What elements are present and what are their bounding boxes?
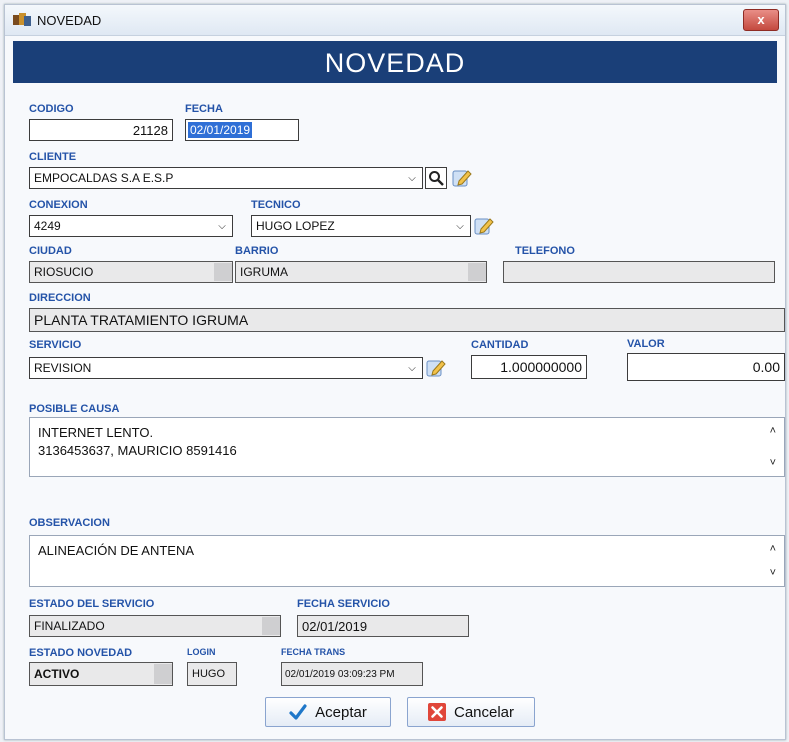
posible-causa-textarea[interactable]: INTERNET LENTO. 3136453637, MAURICIO 859… xyxy=(29,417,785,477)
tecnico-label: TECNICO xyxy=(251,199,301,211)
servicio-label: SERVICIO xyxy=(29,339,82,351)
fecha-trans-field: 02/01/2019 03:09:23 PM xyxy=(281,662,423,686)
barrio-label: BARRIO xyxy=(235,245,279,257)
codigo-value: 21128 xyxy=(132,122,168,138)
barrio-value: IGRUMA xyxy=(240,265,288,279)
chevron-down-icon xyxy=(214,263,232,281)
login-field: HUGO xyxy=(187,662,237,686)
search-client-button[interactable] xyxy=(425,167,447,189)
observacion-label: OBSERVACION xyxy=(29,517,110,529)
fecha-field[interactable]: 02/01/2019 xyxy=(185,119,299,141)
login-value: HUGO xyxy=(192,668,225,680)
cantidad-field[interactable]: 1.000000000 xyxy=(471,355,587,379)
close-icon: x xyxy=(757,12,765,27)
telefono-label: TELEFONO xyxy=(515,245,575,257)
chevron-down-icon[interactable]: ⌵ xyxy=(214,217,230,235)
chevron-down-icon[interactable]: ⌵ xyxy=(404,359,420,377)
observacion-value: ALINEACIÓN DE ANTENA xyxy=(38,543,195,558)
edit-tecnico-button[interactable] xyxy=(473,215,495,237)
window-title: NOVEDAD xyxy=(37,13,102,28)
fecha-label: FECHA xyxy=(185,103,223,115)
cancel-button[interactable]: Cancelar xyxy=(407,697,535,727)
cliente-select[interactable]: EMPOCALDAS S.A E.S.P ⌵ xyxy=(29,167,423,189)
posible-causa-line-1: INTERNET LENTO. xyxy=(38,425,154,440)
cancel-button-label: Cancelar xyxy=(453,703,515,721)
ciudad-value: RIOSUCIO xyxy=(34,265,94,279)
direccion-value: PLANTA TRATAMIENTO IGRUMA xyxy=(34,312,249,328)
tecnico-select[interactable]: HUGO LOPEZ ⌵ xyxy=(251,215,471,237)
fecha-servicio-value: 02/01/2019 xyxy=(302,618,368,634)
edit-servicio-button[interactable] xyxy=(425,357,447,379)
checkmark-icon xyxy=(289,704,307,720)
login-label: LOGIN xyxy=(187,647,216,657)
search-icon xyxy=(429,171,444,186)
cliente-value: EMPOCALDAS S.A E.S.P xyxy=(34,171,174,185)
posible-causa-line-2: 3136453637, MAURICIO 8591416 xyxy=(38,443,237,458)
valor-field[interactable]: 0.00 xyxy=(627,353,785,381)
direccion-label: DIRECCION xyxy=(29,292,91,304)
chevron-down-icon[interactable]: ⌵ xyxy=(452,217,468,235)
ciudad-select: RIOSUCIO xyxy=(29,261,233,283)
chevron-down-icon xyxy=(262,617,280,635)
estado-novedad-value: ACTIVO xyxy=(34,667,80,681)
observacion-textarea[interactable]: ALINEACIÓN DE ANTENA ˄ ˅ xyxy=(29,535,785,587)
novedad-window: NOVEDAD x NOVEDAD CODIGO FECHA 21128 02/… xyxy=(4,4,786,740)
database-icon xyxy=(13,13,31,26)
codigo-label: CODIGO xyxy=(29,103,74,115)
barrio-select: IGRUMA xyxy=(235,261,487,283)
scroll-down-icon[interactable]: ˅ xyxy=(770,564,776,582)
conexion-label: CONEXION xyxy=(29,199,88,211)
fecha-servicio-field: 02/01/2019 xyxy=(297,615,469,637)
cliente-label: CLIENTE xyxy=(29,151,77,163)
cantidad-label: CANTIDAD xyxy=(471,339,529,351)
fecha-trans-label: FECHA TRANS xyxy=(281,647,346,657)
edit-pencil-icon xyxy=(426,360,446,377)
posible-causa-label: POSIBLE CAUSA xyxy=(29,403,120,415)
direccion-field: PLANTA TRATAMIENTO IGRUMA xyxy=(29,308,785,332)
accept-button[interactable]: Aceptar xyxy=(265,697,391,727)
conexion-select[interactable]: 4249 ⌵ xyxy=(29,215,233,237)
edit-client-button[interactable] xyxy=(451,167,473,189)
codigo-field[interactable]: 21128 xyxy=(29,119,173,141)
estado-servicio-select: FINALIZADO xyxy=(29,615,281,637)
servicio-select[interactable]: REVISION ⌵ xyxy=(29,357,423,379)
conexion-value: 4249 xyxy=(34,219,61,233)
title-bar: NOVEDAD x xyxy=(5,5,785,36)
edit-pencil-icon xyxy=(452,170,472,187)
scroll-up-icon[interactable]: ˄ xyxy=(770,422,776,440)
tecnico-value: HUGO LOPEZ xyxy=(256,219,335,233)
chevron-down-icon xyxy=(154,664,172,684)
estado-servicio-label: ESTADO DEL SERVICIO xyxy=(29,598,155,610)
chevron-down-icon xyxy=(468,263,486,281)
fecha-trans-value: 02/01/2019 03:09:23 PM xyxy=(285,668,395,680)
accept-button-label: Aceptar xyxy=(315,703,367,721)
estado-novedad-select: ACTIVO xyxy=(29,662,173,686)
edit-pencil-icon xyxy=(474,218,494,235)
scroll-down-icon[interactable]: ˅ xyxy=(770,454,776,472)
cantidad-value: 1.000000000 xyxy=(500,359,582,375)
telefono-field xyxy=(503,261,775,283)
ciudad-label: CIUDAD xyxy=(29,245,72,257)
close-button[interactable]: x xyxy=(743,9,779,31)
valor-value: 0.00 xyxy=(752,359,780,375)
fecha-value: 02/01/2019 xyxy=(188,122,253,138)
valor-label: VALOR xyxy=(627,338,665,350)
fecha-servicio-label: FECHA SERVICIO xyxy=(297,598,390,610)
chevron-down-icon[interactable]: ⌵ xyxy=(404,169,420,187)
cancel-x-icon xyxy=(427,703,446,721)
estado-servicio-value: FINALIZADO xyxy=(34,619,105,633)
form-banner: NOVEDAD xyxy=(13,41,777,83)
estado-novedad-label: ESTADO NOVEDAD xyxy=(29,647,133,659)
scroll-up-icon[interactable]: ˄ xyxy=(770,540,776,558)
servicio-value: REVISION xyxy=(34,361,92,375)
